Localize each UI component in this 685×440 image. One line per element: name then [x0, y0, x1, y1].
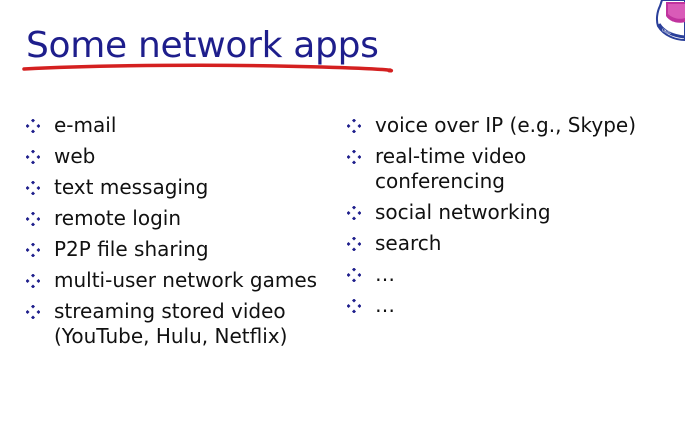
- four-diamond-bullet-icon: [26, 274, 40, 288]
- four-diamond-bullet-icon: [26, 305, 40, 319]
- four-diamond-bullet-icon: [26, 181, 40, 195]
- bullet-item: streaming stored video (YouTube, Hulu, Ne…: [26, 299, 317, 349]
- bullet-item-text: streaming stored video (YouTube, Hulu, Ne…: [54, 299, 287, 349]
- four-diamond-bullet-icon: [347, 206, 361, 220]
- bullet-item-text: social networking: [375, 200, 551, 225]
- bullet-item-line: P2P file sharing: [54, 237, 209, 261]
- bullet-item-line: remote login: [54, 206, 182, 230]
- bullet-item-line: web: [54, 144, 96, 168]
- bullet-item-line: …: [375, 262, 395, 286]
- bullet-item: e-mail: [26, 113, 317, 138]
- bullet-item-line: text messaging: [54, 175, 209, 199]
- bullet-item-text: multi-user network games: [54, 268, 317, 293]
- four-diamond-bullet-icon: [26, 212, 40, 226]
- bullet-item-text: P2P file sharing: [54, 237, 209, 262]
- bullet-item: …: [347, 293, 636, 318]
- four-diamond-bullet-icon: [347, 119, 361, 133]
- bullet-item-line: streaming stored video: [54, 299, 286, 323]
- bullet-item-text: remote login: [54, 206, 181, 231]
- bullet-item-line: conferencing: [375, 169, 505, 193]
- bullet-item-text: real-time video conferencing: [375, 144, 526, 194]
- bullet-item-text: …: [375, 262, 395, 287]
- four-diamond-bullet-icon: [26, 243, 40, 257]
- bullet-item: remote login: [26, 206, 317, 231]
- bullet-item-line: real-time video: [375, 144, 527, 168]
- bullet-item: voice over IP (e.g., Skype): [347, 113, 636, 138]
- bullet-item: social networking: [347, 200, 636, 225]
- bullet-item-text: e-mail: [54, 113, 116, 138]
- university-seal-logo-icon: UNIV: [655, 0, 685, 42]
- bullet-item: …: [347, 262, 636, 287]
- bullet-item: real-time video conferencing: [347, 144, 636, 194]
- bullet-item-line: voice over IP (e.g., Skype): [375, 113, 636, 137]
- four-diamond-bullet-icon: [347, 150, 361, 164]
- bullet-item: search: [347, 231, 636, 256]
- bullet-item-text: voice over IP (e.g., Skype): [375, 113, 636, 138]
- bullet-item: multi-user network games: [26, 268, 317, 293]
- four-diamond-bullet-icon: [347, 299, 361, 313]
- bullet-item-line: …: [375, 293, 395, 317]
- bullet-item-line: social networking: [375, 200, 551, 224]
- bullet-item: web: [26, 144, 317, 169]
- right-bullet-list: voice over IP (e.g., Skype) real-time vid…: [347, 113, 636, 324]
- bullet-item: P2P file sharing: [26, 237, 317, 262]
- bullet-item-line: (YouTube, Hulu, Netflix): [54, 324, 288, 348]
- bullet-item-text: text messaging: [54, 175, 208, 200]
- bullet-item-line: multi-user network games: [54, 268, 318, 292]
- four-diamond-bullet-icon: [347, 268, 361, 282]
- four-diamond-bullet-icon: [347, 237, 361, 251]
- left-bullet-list: e-mail web text messaging remote login P2P f…: [26, 113, 317, 355]
- bullet-item-line: e-mail: [54, 113, 117, 137]
- bullet-item-text: search: [375, 231, 441, 256]
- title-underline: [22, 63, 394, 73]
- bullet-item-text: …: [375, 293, 395, 318]
- four-diamond-bullet-icon: [26, 150, 40, 164]
- slide: Some network apps UNIV e-mail web text mes…: [0, 0, 685, 440]
- four-diamond-bullet-icon: [26, 119, 40, 133]
- bullet-item-text: web: [54, 144, 95, 169]
- bullet-item-line: search: [375, 231, 442, 255]
- bullet-item: text messaging: [26, 175, 317, 200]
